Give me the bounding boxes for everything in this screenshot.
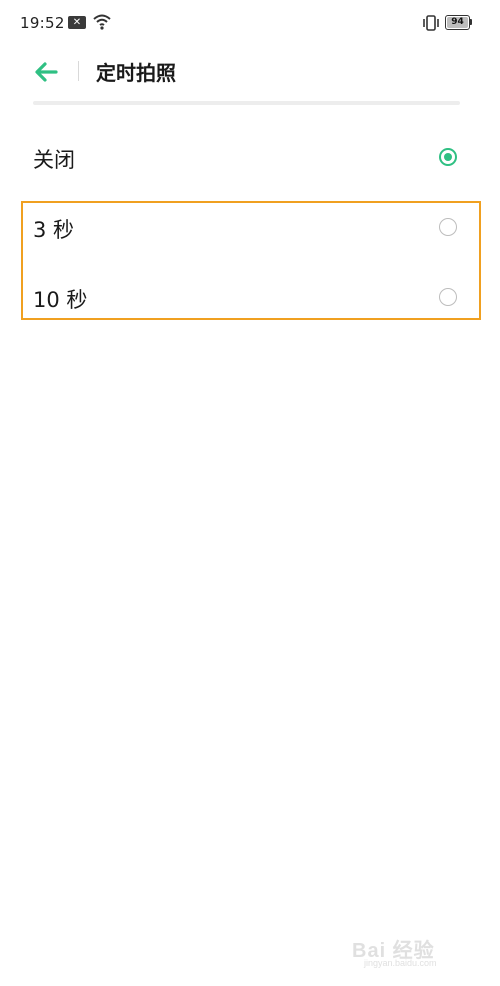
option-off[interactable]: 关闭	[0, 128, 500, 188]
header: 定时拍照	[0, 46, 500, 96]
radio-unselected-icon[interactable]	[439, 218, 457, 236]
page-title: 定时拍照	[96, 61, 176, 85]
close-notification-icon: ✕	[68, 16, 86, 29]
back-button[interactable]	[28, 54, 64, 90]
watermark: Bai 经验 jingyan.baidu.com	[352, 932, 482, 972]
option-label: 关闭	[33, 148, 75, 172]
option-label: 3 秒	[33, 218, 75, 242]
back-arrow-icon	[35, 62, 58, 82]
option-3-seconds[interactable]: 3 秒	[0, 198, 500, 258]
wifi-icon	[92, 13, 112, 31]
option-label: 10 秒	[33, 288, 88, 312]
battery-level: 94	[451, 17, 464, 27]
status-bar: 19:52 ✕ 94	[0, 0, 500, 46]
radio-unselected-icon[interactable]	[439, 288, 457, 306]
watermark-url: jingyan.baidu.com	[364, 958, 437, 968]
option-10-seconds[interactable]: 10 秒	[0, 268, 500, 328]
header-divider	[78, 61, 79, 81]
battery-icon: 94	[445, 15, 472, 30]
status-time: 19:52	[20, 14, 65, 32]
header-underline	[33, 101, 460, 105]
radio-selected-icon[interactable]	[439, 148, 457, 166]
vibrate-icon	[421, 14, 441, 32]
